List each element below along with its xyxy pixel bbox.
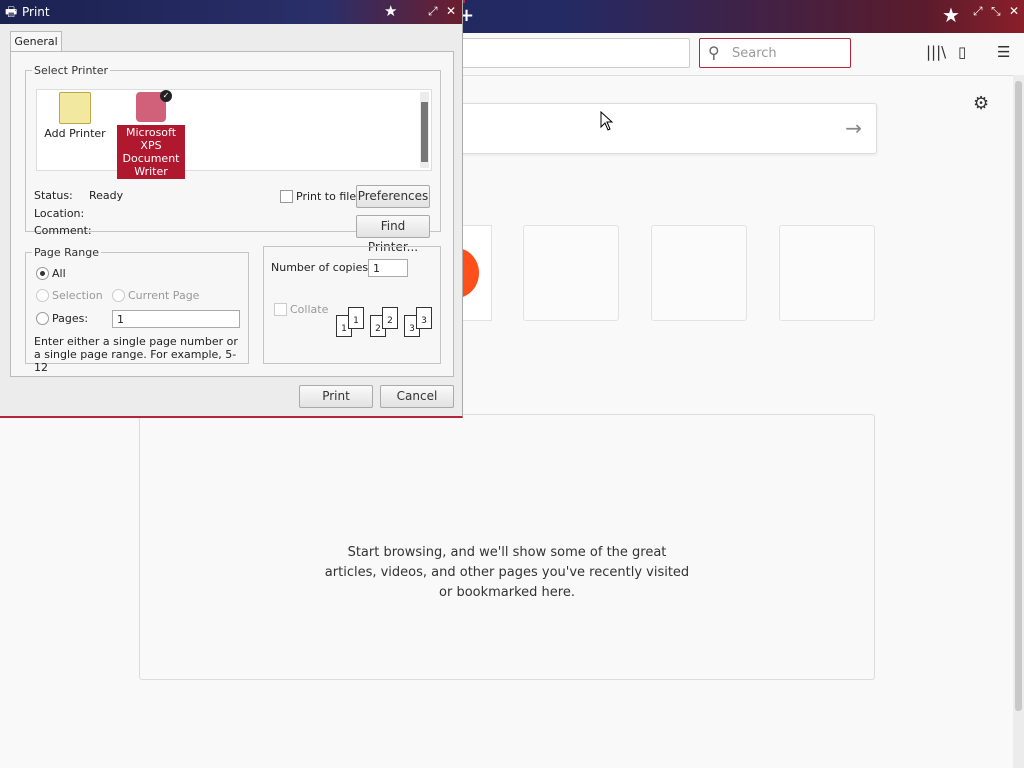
- close-icon[interactable]: ✕: [446, 4, 456, 18]
- select-printer-group: Select Printer Add Printer ✓ Microsoft X…: [25, 64, 441, 254]
- page-range-hint: Enter either a single page number or a s…: [34, 335, 238, 374]
- top-site-tile[interactable]: [523, 225, 619, 321]
- tab-general[interactable]: General: [10, 31, 62, 52]
- copies-input[interactable]: 1: [368, 259, 408, 277]
- top-site-tile[interactable]: [779, 225, 875, 321]
- pages-label: Pages:: [52, 312, 89, 325]
- status-label: Status:: [34, 189, 73, 202]
- current-page-radio[interactable]: [112, 289, 125, 302]
- printer-list-scrollbar[interactable]: [420, 92, 429, 168]
- current-page-label: Current Page: [128, 289, 200, 302]
- gear-icon[interactable]: ⚙: [973, 93, 989, 114]
- search-input[interactable]: ⚲ Search: [699, 38, 851, 68]
- star-icon: ★: [384, 2, 398, 20]
- add-printer-icon: [59, 92, 91, 124]
- select-printer-legend: Select Printer: [34, 64, 109, 77]
- printer-icon: 🖶: [5, 5, 18, 20]
- printer-label: Microsoft XPS Document Writer: [117, 125, 185, 179]
- collate-label: Collate: [290, 303, 329, 316]
- arrow-right-icon[interactable]: →: [845, 116, 862, 140]
- restore-icon[interactable]: ⤢: [428, 4, 438, 19]
- printer-label: Add Printer: [44, 127, 106, 140]
- print-to-file-checkbox[interactable]: [280, 190, 293, 203]
- page-range-group: Page Range All Selection Current Page Pa…: [25, 246, 249, 374]
- top-site-tile[interactable]: [651, 225, 747, 321]
- status-value: Ready: [89, 189, 124, 202]
- print-dialog: 🖶 Print ★ ⤢ ✕ General Select Printer Add…: [0, 0, 463, 418]
- pages-input[interactable]: 1: [112, 310, 240, 328]
- printer-item-add[interactable]: Add Printer: [41, 90, 109, 140]
- tab-panel: Select Printer Add Printer ✓ Microsoft X…: [10, 51, 454, 377]
- sidebar-icon[interactable]: ▯: [958, 43, 966, 61]
- preferences-button[interactable]: Preferences: [356, 185, 430, 208]
- pages-radio[interactable]: [36, 312, 49, 325]
- menu-icon[interactable]: ☰: [997, 43, 1010, 61]
- dialog-titlebar[interactable]: 🖶 Print ★ ⤢ ✕: [0, 0, 462, 24]
- page-icon: 2: [382, 307, 398, 329]
- library-icon[interactable]: |||\: [926, 43, 946, 61]
- url-bar[interactable]: [460, 38, 690, 68]
- scrollbar-thumb[interactable]: [1015, 81, 1022, 711]
- default-check-icon: ✓: [160, 90, 172, 102]
- highlights-empty-message: Start browsing, and we'll show some of t…: [324, 545, 690, 600]
- printer-item-xps[interactable]: ✓ Microsoft XPS Document Writer: [117, 90, 185, 179]
- newtab-search-box[interactable]: →: [440, 103, 877, 154]
- selection-label: Selection: [52, 289, 103, 302]
- printer-list[interactable]: Add Printer ✓ Microsoft XPS Document Wri…: [36, 89, 432, 179]
- collate-checkbox[interactable]: [274, 303, 287, 316]
- search-icon: ⚲: [708, 43, 720, 62]
- cancel-button[interactable]: Cancel: [380, 385, 454, 408]
- all-pages-radio[interactable]: [36, 267, 49, 280]
- find-printer-button[interactable]: Find Printer...: [356, 215, 430, 254]
- star-icon: ★: [942, 3, 960, 27]
- page-range-legend: Page Range: [34, 246, 99, 259]
- print-to-file-label: Print to file: [296, 190, 357, 203]
- page-icon: 1: [348, 307, 364, 329]
- all-pages-label: All: [52, 267, 66, 280]
- highlights-section: Start browsing, and we'll show some of t…: [139, 414, 875, 680]
- minimize-icon[interactable]: ⤡: [991, 4, 1001, 19]
- page-icon: 3: [416, 307, 432, 329]
- search-placeholder: Search: [732, 46, 777, 61]
- comment-label: Comment:: [34, 224, 92, 237]
- xps-printer-icon: ✓: [136, 90, 172, 122]
- copies-label: Number of copies:: [271, 261, 372, 274]
- copies-group: Number of copies: 1 Collate 1 1 2 2 3 3: [263, 246, 441, 364]
- print-button[interactable]: Print: [299, 385, 373, 408]
- dialog-title: Print: [22, 5, 50, 19]
- restore-icon[interactable]: ⤢: [973, 4, 983, 19]
- location-label: Location:: [34, 207, 85, 220]
- page-scrollbar[interactable]: [1013, 75, 1024, 768]
- close-icon[interactable]: ✕: [1009, 4, 1019, 18]
- selection-radio[interactable]: [36, 289, 49, 302]
- scrollbar-thumb[interactable]: [421, 102, 428, 162]
